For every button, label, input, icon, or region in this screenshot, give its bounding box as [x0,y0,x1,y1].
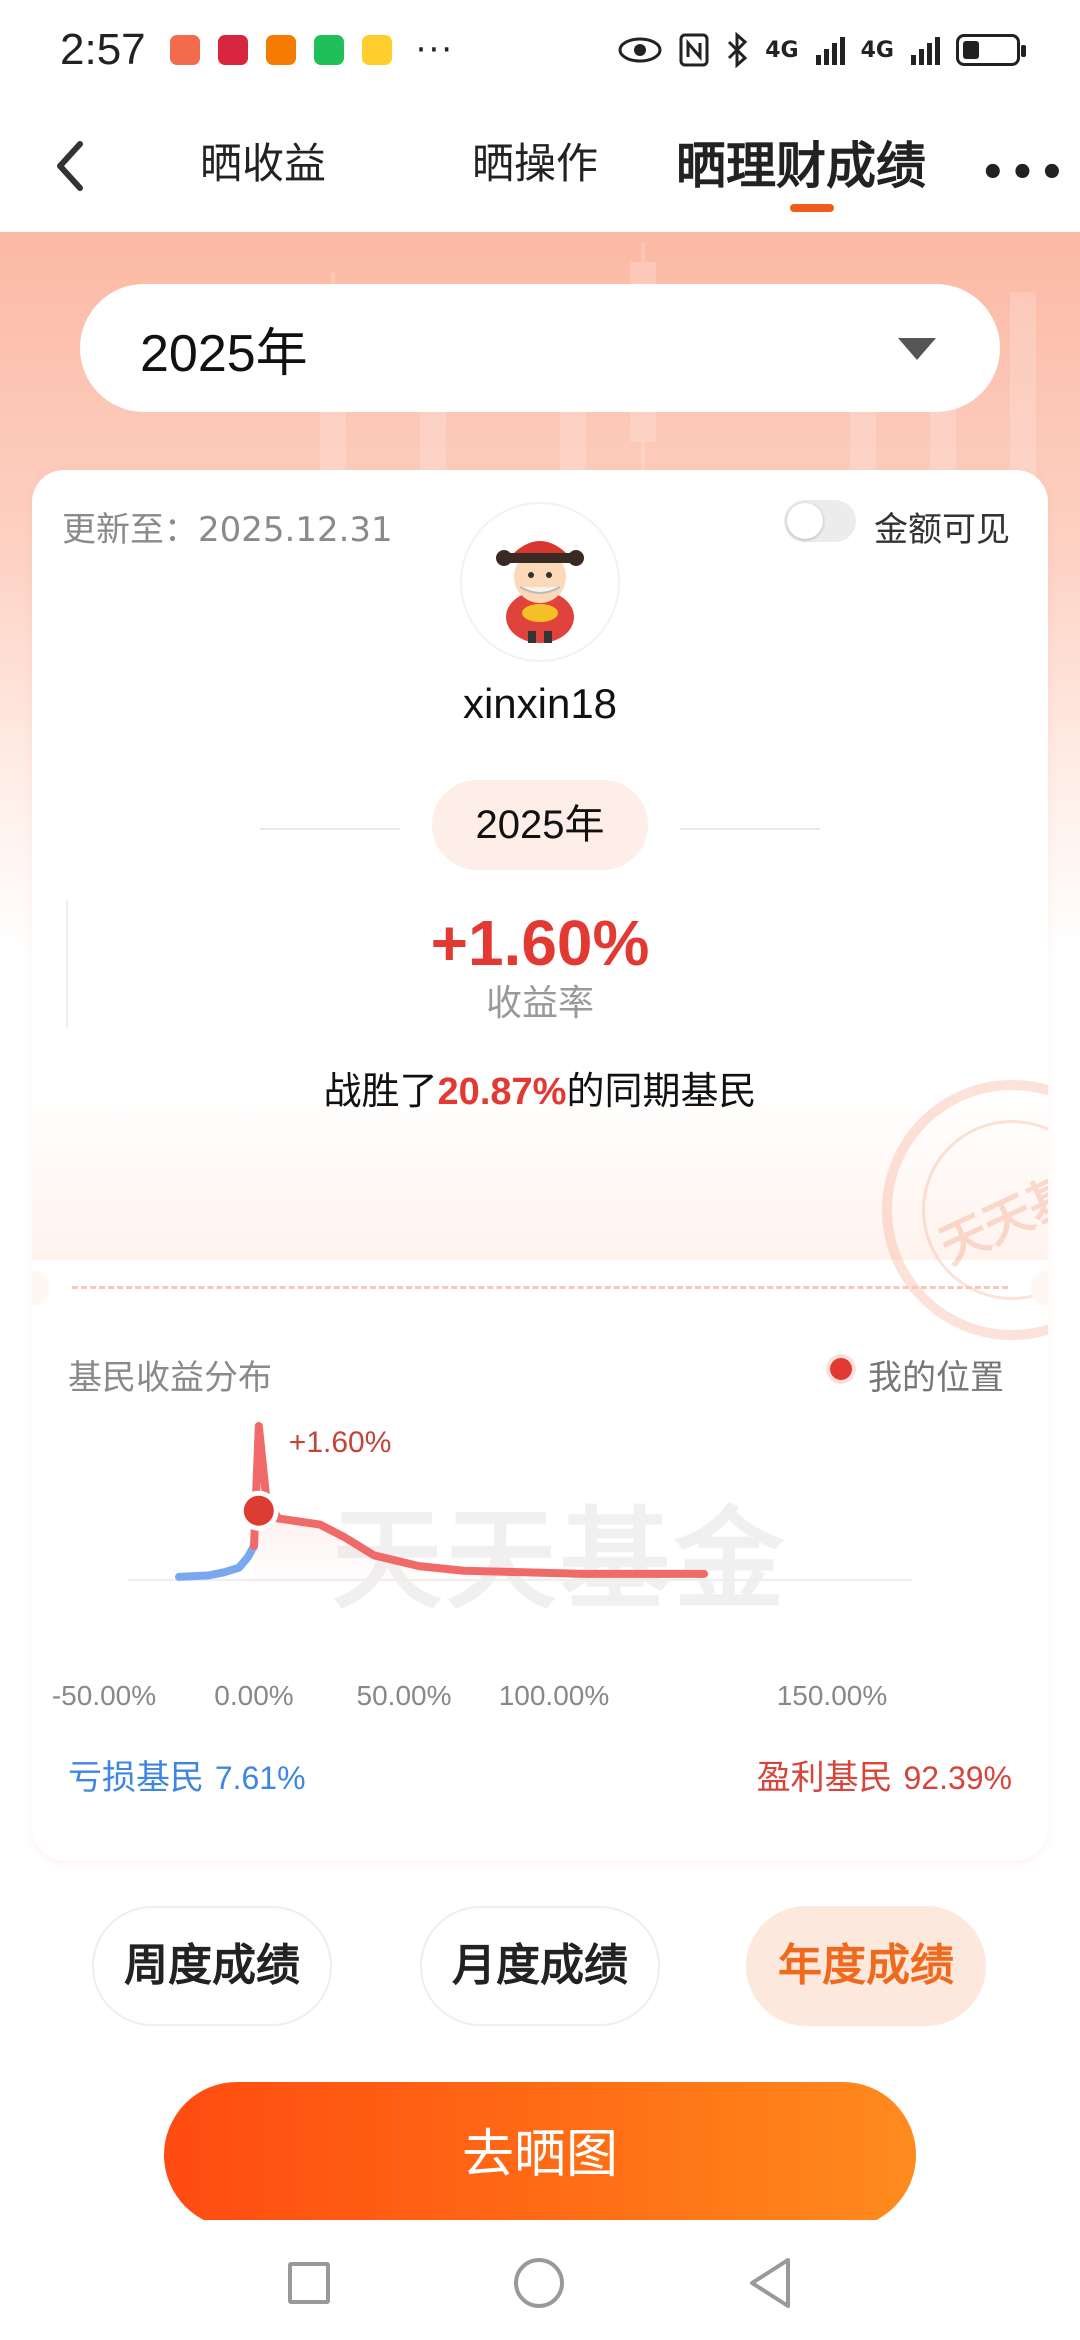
beat-prefix: 战胜了 [323,1069,438,1113]
x-tick-label: 50.00% [356,1680,452,1711]
update-date: 更新至：2025.12.31 [62,510,393,550]
more-notifications-icon: ··· [415,30,455,70]
return-rate-label: 收益率 [485,983,594,1024]
x-tick-label: -50.00% [51,1680,157,1711]
my-position-marker [243,1495,274,1526]
status-time: 2:57 [60,25,146,74]
status-right-group: 4G 4G [617,32,1026,68]
back-arrow-icon[interactable] [50,138,90,194]
beat-suffix: 的同期基民 [566,1069,757,1113]
loss-series-line [175,1542,258,1581]
status-bar: 2:57 ··· 4G 4G [0,0,1080,100]
amount-visible-toggle[interactable] [784,500,856,542]
avatar [460,502,620,662]
beat-statement: 战胜了20.87%的同期基民 [32,1060,1048,1115]
bluetooth-icon [728,32,748,68]
yearly-performance-button[interactable]: 年度成绩 [746,1906,986,2026]
divider-line-right [680,828,820,830]
loss-investors-value: 7.61% [214,1760,306,1796]
more-menu-button[interactable]: ••• [980,150,1069,196]
x-tick-label: 0.00% [214,1680,294,1711]
weekly-performance-button[interactable]: 周度成绩 [92,1906,332,2026]
marker-label: +1.60% [289,1426,392,1459]
top-nav: 晒收益 晒操作 晒理财成绩 ••• [0,100,1080,232]
dashed-divider [72,1286,1008,1289]
god-of-wealth-avatar-icon [496,541,584,643]
amount-visible-label: 金额可见 [874,510,1010,550]
return-rate-value: +1.60% [430,907,650,979]
home-icon[interactable] [514,2258,564,2308]
year-dropdown[interactable]: 2025年 [80,284,1000,412]
huawei-app-icon [217,35,248,65]
profit-investors-value: 92.39% [903,1760,1012,1796]
system-back-icon[interactable] [746,2256,796,2310]
share-image-button[interactable]: 去晒图 [164,2082,916,2228]
nfc-icon [679,33,709,67]
tab-share-performance[interactable]: 晒理财成绩 [676,126,926,198]
year-badge: 2025年 [432,780,648,870]
distribution-title: 基民收益分布 [68,1358,272,1398]
notification-app-icon [169,35,200,65]
x-tick-label: 150.00% [776,1680,888,1711]
recent-apps-icon[interactable] [288,2262,330,2304]
loss-investors: 亏损基民 7.61% [68,1750,306,1799]
beat-percentage: 20.87% [437,1071,567,1113]
my-position-legend-dot [826,1354,856,1384]
performance-card: 更新至：2025.12.31 金额可见 xinxin18 2025年 +1.60… [32,470,1048,1860]
tab-share-operations[interactable]: 晒操作 [472,130,598,191]
year-dropdown-value: 2025年 [140,324,308,383]
profit-investors: 盈利基民 92.39% [757,1750,1012,1799]
network-4g-label-2: 4G [860,37,894,63]
my-position-legend-label: 我的位置 [868,1358,1004,1398]
x-tick-label: 100.00% [498,1680,610,1711]
caret-down-icon [898,338,936,360]
signal-icon-2 [911,37,940,65]
eye-icon [618,37,662,63]
app-icon-orange [265,35,296,65]
divider-line-left [260,828,400,830]
system-nav-bar [0,2220,1080,2340]
loss-investors-label: 亏损基民 [68,1758,204,1798]
wechat-icon [313,35,344,65]
tab-share-earnings[interactable]: 晒收益 [200,130,326,191]
network-4g-label: 4G [765,37,799,63]
active-tab-indicator [790,204,834,212]
distribution-chart: +1.60% [128,1422,912,1581]
meituan-icon [361,35,392,65]
monthly-performance-button[interactable]: 月度成绩 [420,1906,660,2026]
ticket-notch-left [32,1270,50,1306]
battery-icon [956,34,1026,66]
username: xinxin18 [462,680,618,727]
signal-icon [815,37,845,65]
profit-investors-label: 盈利基民 [756,1758,893,1798]
